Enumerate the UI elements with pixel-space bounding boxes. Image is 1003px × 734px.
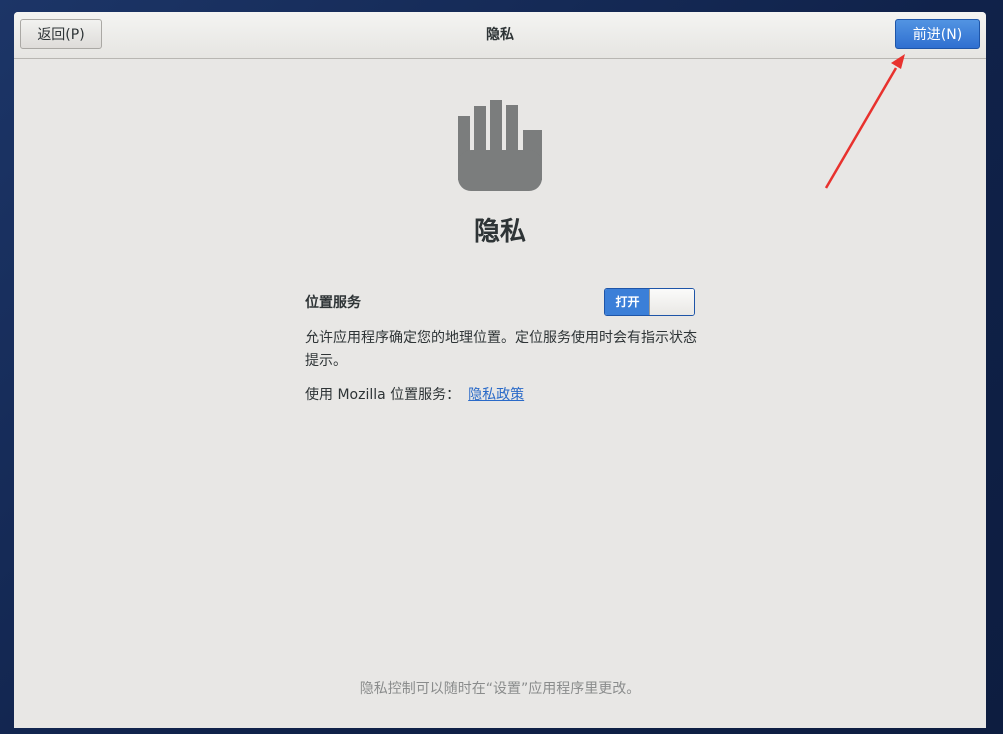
location-description: 允许应用程序确定您的地理位置。定位服务使用时会有指示状态提示。 bbox=[305, 330, 697, 369]
header-bar: 返回(P) 隐私 前进(N) bbox=[14, 12, 986, 59]
toggle-knob[interactable] bbox=[649, 289, 694, 315]
location-services-label: 位置服务 bbox=[305, 295, 361, 311]
mozilla-location-line: 使用 Mozilla 位置服务： 隐私政策 bbox=[305, 384, 524, 404]
privacy-policy-link[interactable]: 隐私政策 bbox=[468, 387, 524, 403]
next-button[interactable]: 前进(N) bbox=[895, 19, 980, 49]
header-title: 隐私 bbox=[486, 27, 514, 43]
mozilla-location-text: 使用 Mozilla 位置服务： bbox=[305, 387, 461, 403]
location-services-toggle[interactable]: 打开 bbox=[604, 288, 695, 316]
toggle-on-label: 打开 bbox=[605, 289, 650, 315]
initial-setup-window: 返回(P) 隐私 前进(N) 隐私 位置服务 打开 允许应用程序确定您的地理位置… bbox=[14, 12, 986, 728]
footer-note: 隐私控制可以随时在“设置”应用程序里更改。 bbox=[359, 681, 641, 697]
privacy-hand-icon bbox=[458, 100, 542, 191]
page-title: 隐私 bbox=[473, 217, 526, 247]
back-button[interactable]: 返回(P) bbox=[20, 19, 102, 49]
